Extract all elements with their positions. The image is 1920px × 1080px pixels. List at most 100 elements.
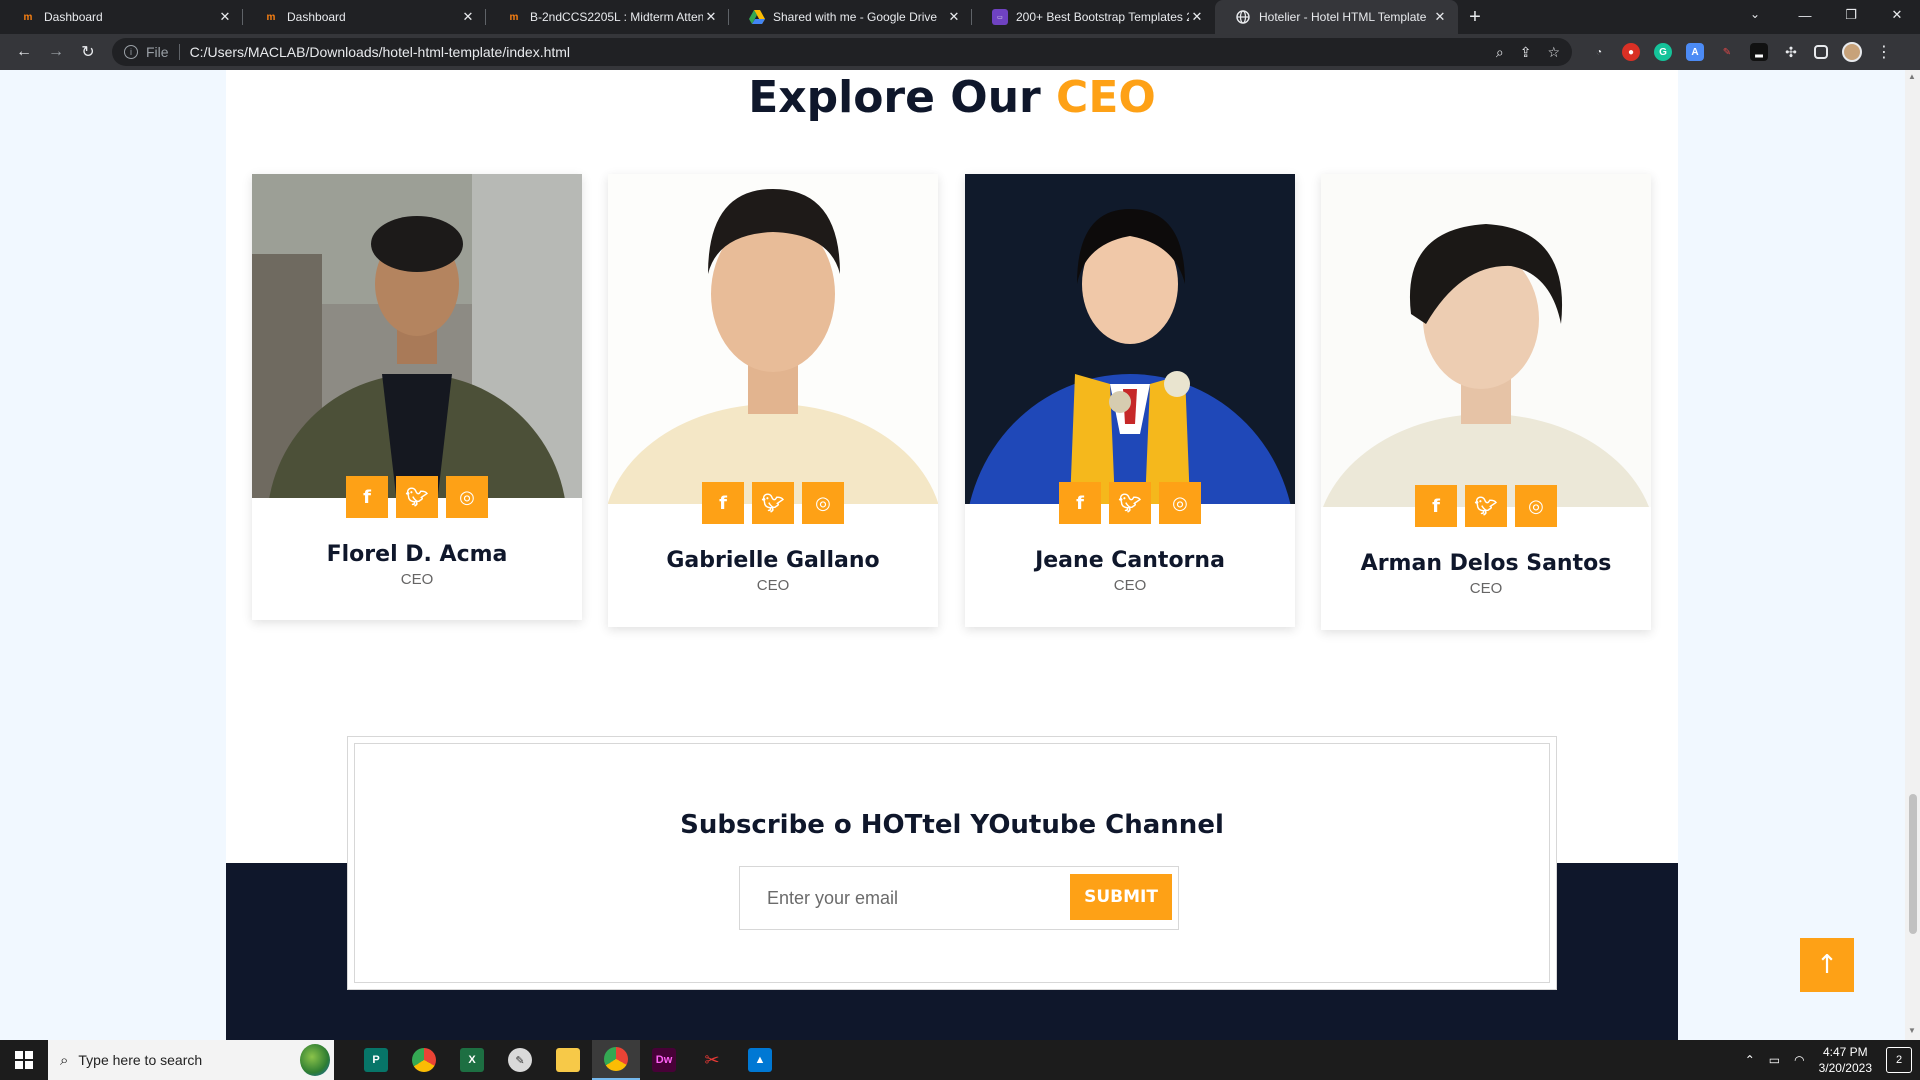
tab-search-chevron-icon[interactable]: ⌄: [1750, 7, 1760, 21]
twitter-icon[interactable]: 🐦︎: [1109, 482, 1151, 524]
minimize-icon[interactable]: —: [1782, 0, 1828, 30]
member-photo: [965, 174, 1295, 504]
tab-close-icon[interactable]: ✕: [703, 9, 719, 25]
taskbar-paint[interactable]: ✎: [496, 1040, 544, 1080]
extensions-area: ◔ ● G A ✎ ▂ ✣ ⋮: [1590, 42, 1892, 62]
share-icon[interactable]: ⇪: [1520, 44, 1532, 61]
tab-close-icon[interactable]: ✕: [1432, 9, 1448, 25]
system-tray: ⌃ ▭ ◠ 4:47 PM 3/20/2023 2: [1745, 1044, 1920, 1076]
incognito-extension-icon[interactable]: ◔: [1590, 43, 1608, 61]
twitter-icon[interactable]: 🐦︎: [1465, 485, 1507, 527]
facebook-icon[interactable]: f: [1059, 482, 1101, 524]
taskbar-search[interactable]: ⌕ Type here to search: [48, 1040, 334, 1080]
tab-close-icon[interactable]: ✕: [946, 9, 962, 25]
tab-midterm-attendance[interactable]: m B-2ndCCS2205L : Midterm Atten ✕: [486, 0, 729, 34]
tab-dashboard-1[interactable]: m Dashboard ✕: [0, 0, 243, 34]
moodle-favicon-icon: m: [509, 11, 519, 23]
tab-close-icon[interactable]: ✕: [1189, 9, 1205, 25]
member-name: Arman Delos Santos: [1360, 551, 1612, 576]
tab-close-icon[interactable]: ✕: [217, 9, 233, 25]
email-input[interactable]: [740, 867, 1060, 929]
member-role: CEO: [756, 577, 790, 594]
publisher-icon: P: [364, 1048, 388, 1072]
taskbar-chrome[interactable]: [400, 1040, 448, 1080]
scroll-up-arrow-icon[interactable]: ▲: [1908, 72, 1916, 81]
team-card: f 🐦︎ ◎ Arman Delos Santos CEO: [1321, 174, 1651, 630]
close-window-icon[interactable]: ✕: [1874, 0, 1920, 30]
instagram-icon[interactable]: ◎: [446, 476, 488, 518]
back-to-top-button[interactable]: ↑: [1800, 938, 1854, 992]
social-links: f 🐦︎ ◎: [252, 476, 582, 518]
puzzle-extensions-icon[interactable]: ✣: [1782, 43, 1800, 61]
tab-title: 200+ Best Bootstrap Templates 2: [1016, 10, 1189, 24]
chrome-icon: [412, 1048, 436, 1072]
facebook-icon[interactable]: f: [702, 482, 744, 524]
tab-title: Dashboard: [287, 10, 346, 24]
forward-arrow-icon[interactable]: →: [40, 38, 72, 66]
side-panel-icon[interactable]: [1814, 45, 1828, 59]
pen-extension-icon[interactable]: ✎: [1718, 43, 1736, 61]
translate-extension-icon[interactable]: A: [1686, 43, 1704, 61]
bookmark-star-icon[interactable]: ☆: [1547, 44, 1560, 61]
start-button[interactable]: [0, 1040, 48, 1080]
team-card: f 🐦︎ ◎ Florel D. Acma CEO: [252, 174, 582, 620]
notification-center-icon[interactable]: 2: [1886, 1047, 1912, 1073]
tab-bootstrap-templates[interactable]: ▭ 200+ Best Bootstrap Templates 2 ✕: [972, 0, 1215, 34]
wifi-icon[interactable]: ◠: [1794, 1053, 1804, 1067]
url-text[interactable]: C:/Users/MACLAB/Downloads/hotel-html-tem…: [190, 44, 1496, 60]
taskbar-publisher[interactable]: P: [352, 1040, 400, 1080]
social-links: f 🐦︎ ◎: [1321, 485, 1651, 527]
zoom-icon[interactable]: ⌕: [1496, 44, 1504, 61]
taskbar-excel[interactable]: X: [448, 1040, 496, 1080]
taskbar-file-explorer[interactable]: [544, 1040, 592, 1080]
facebook-icon[interactable]: f: [1415, 485, 1457, 527]
tab-hotelier[interactable]: Hotelier - Hotel HTML Template ✕: [1215, 0, 1458, 34]
member-photo: [608, 174, 938, 504]
back-arrow-icon[interactable]: ←: [8, 38, 40, 66]
menu-kebab-icon[interactable]: ⋮: [1876, 42, 1892, 62]
team-card: f 🐦︎ ◎ Jeane Cantorna CEO: [965, 174, 1295, 627]
team-section-title: Explore Our CEO: [226, 74, 1678, 122]
submit-button[interactable]: SUBMIT: [1070, 874, 1172, 920]
globe-icon: [1235, 9, 1251, 25]
taskbar-snipping[interactable]: ✂: [688, 1040, 736, 1080]
reload-icon[interactable]: ↻: [72, 38, 104, 66]
clock-time: 4:47 PM: [1822, 1045, 1868, 1059]
restore-icon[interactable]: ❐: [1828, 0, 1874, 30]
network-monitor-icon[interactable]: ▭: [1769, 1053, 1780, 1067]
taskbar-chrome-active[interactable]: [592, 1040, 640, 1080]
taskbar-photos[interactable]: ▲: [736, 1040, 784, 1080]
address-bar[interactable]: i File C:/Users/MACLAB/Downloads/hotel-h…: [112, 38, 1572, 66]
tab-google-drive[interactable]: Shared with me - Google Drive ✕: [729, 0, 972, 34]
scrollbar-thumb[interactable]: [1909, 794, 1917, 934]
newsletter-content: Subscribe o HOTtel YOutube Channel SUBMI…: [356, 745, 1548, 981]
weather-globe-icon[interactable]: [300, 1044, 330, 1076]
grammarly-extension-icon[interactable]: G: [1654, 43, 1672, 61]
moodle-favicon-icon: m: [266, 11, 276, 23]
system-clock[interactable]: 4:47 PM 3/20/2023: [1819, 1044, 1872, 1076]
tray-chevron-up-icon[interactable]: ⌃: [1745, 1053, 1755, 1067]
red-extension-icon[interactable]: ●: [1622, 43, 1640, 61]
instagram-icon[interactable]: ◎: [802, 482, 844, 524]
twitter-icon[interactable]: 🐦︎: [752, 482, 794, 524]
profile-avatar[interactable]: [1842, 42, 1862, 62]
twitter-icon[interactable]: 🐦︎: [396, 476, 438, 518]
moodle-favicon-icon: m: [23, 11, 33, 23]
tab-title: Shared with me - Google Drive: [773, 10, 938, 24]
page-scrollbar[interactable]: ▲ ▼: [1905, 70, 1920, 1040]
member-name: Gabrielle Gallano: [666, 548, 880, 573]
instagram-icon[interactable]: ◎: [1515, 485, 1557, 527]
info-icon[interactable]: i: [124, 45, 138, 59]
new-tab-button[interactable]: +: [1458, 0, 1492, 34]
tab-dashboard-2[interactable]: m Dashboard ✕: [243, 0, 486, 34]
taskbar-dreamweaver[interactable]: Dw: [640, 1040, 688, 1080]
instagram-icon[interactable]: ◎: [1159, 482, 1201, 524]
tab-close-icon[interactable]: ✕: [460, 9, 476, 25]
scroll-down-arrow-icon[interactable]: ▼: [1908, 1026, 1916, 1035]
member-name: Jeane Cantorna: [1035, 548, 1225, 573]
member-role: CEO: [1113, 577, 1147, 594]
windows-logo-icon: [15, 1051, 33, 1069]
tab-title: B-2ndCCS2205L : Midterm Atten: [530, 10, 703, 24]
facebook-icon[interactable]: f: [346, 476, 388, 518]
dark-extension-icon[interactable]: ▂: [1750, 43, 1768, 61]
